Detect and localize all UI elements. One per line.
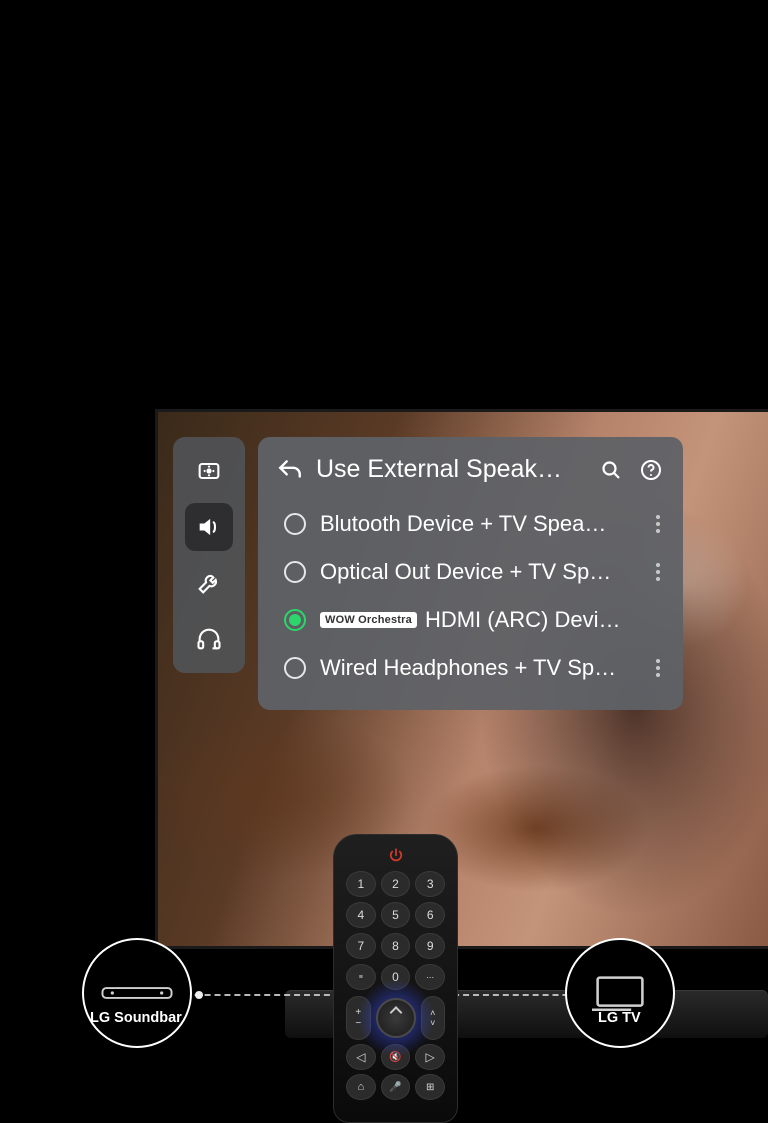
- radio-icon: [284, 657, 306, 679]
- settings-sidebar: [173, 437, 245, 673]
- channel-rocker[interactable]: ˄˅: [421, 996, 446, 1040]
- option-label: Blutooth Device + TV Spea…: [320, 511, 606, 537]
- option-label: HDMI (ARC) Devi…: [425, 607, 621, 633]
- power-icon: [387, 847, 405, 865]
- tv-screen: Use External Speak… Blu: [155, 409, 768, 949]
- soundbar-icon: [100, 980, 174, 1006]
- volume-rocker[interactable]: +−: [346, 996, 371, 1040]
- more-icon[interactable]: [649, 563, 667, 581]
- help-icon: [639, 458, 663, 482]
- num-9[interactable]: 9: [415, 933, 445, 959]
- sound-output-panel: Use External Speak… Blu: [258, 437, 683, 710]
- more-icon[interactable]: [649, 659, 667, 677]
- tv-icon: [592, 972, 648, 1014]
- sidebar-item-brightness[interactable]: [185, 447, 233, 495]
- back-button[interactable]: [276, 456, 304, 484]
- settings-button[interactable]: ▷: [415, 1044, 445, 1070]
- guide-button[interactable]: ≡: [346, 964, 376, 990]
- sidebar-item-tools[interactable]: [185, 559, 233, 607]
- more-button[interactable]: ⋯: [415, 964, 445, 990]
- num-1[interactable]: 1: [346, 871, 376, 897]
- home-button[interactable]: ⌂: [346, 1074, 376, 1100]
- option-optical-tv[interactable]: Optical Out Device + TV Sp…: [280, 548, 677, 596]
- mute-button[interactable]: 🔇: [381, 1044, 411, 1070]
- option-hdmi-arc[interactable]: WOW Orchestra HDMI (ARC) Devi…: [280, 596, 677, 644]
- brightness-icon: [195, 457, 223, 485]
- input-button[interactable]: ⊞: [415, 1074, 445, 1100]
- radio-icon: [284, 561, 306, 583]
- num-6[interactable]: 6: [415, 902, 445, 928]
- sidebar-item-sound[interactable]: [185, 503, 233, 551]
- search-icon: [599, 458, 623, 482]
- option-label: Optical Out Device + TV Sp…: [320, 559, 611, 585]
- back-nav-button[interactable]: ◁: [346, 1044, 376, 1070]
- search-button[interactable]: [597, 456, 625, 484]
- option-bluetooth-tv[interactable]: Blutooth Device + TV Spea…: [280, 500, 677, 548]
- num-7[interactable]: 7: [346, 933, 376, 959]
- panel-title: Use External Speak…: [316, 455, 585, 484]
- voice-button[interactable]: 🎤: [381, 1074, 411, 1100]
- speaker-options-list: Blutooth Device + TV Spea… Optical Out D…: [258, 494, 683, 692]
- wow-orchestra-badge: WOW Orchestra: [320, 612, 417, 628]
- radio-icon: [284, 513, 306, 535]
- option-label: Wired Headphones + TV Sp…: [320, 655, 616, 681]
- sidebar-item-support[interactable]: [185, 615, 233, 663]
- num-2[interactable]: 2: [381, 871, 411, 897]
- num-5[interactable]: 5: [381, 902, 411, 928]
- back-icon: [277, 457, 303, 483]
- headset-icon: [195, 625, 223, 653]
- scroll-wheel[interactable]: [376, 998, 416, 1038]
- speaker-icon: [195, 513, 223, 541]
- num-8[interactable]: 8: [381, 933, 411, 959]
- wrench-icon: [195, 569, 223, 597]
- soundbar-badge: [82, 938, 192, 1048]
- power-button[interactable]: [346, 847, 445, 865]
- panel-header: Use External Speak…: [258, 437, 683, 494]
- more-icon[interactable]: [649, 515, 667, 533]
- help-button[interactable]: [637, 456, 665, 484]
- remote-control: 1 2 3 4 5 6 7 8 9 ≡ 0 ⋯ +− ˄˅ ◁ 🔇 ▷ ⌂ 🎤 …: [333, 834, 458, 1123]
- remote-numpad: 1 2 3 4 5 6 7 8 9 ≡ 0 ⋯: [346, 871, 445, 990]
- num-4[interactable]: 4: [346, 902, 376, 928]
- option-wired-headphones-tv[interactable]: Wired Headphones + TV Sp…: [280, 644, 677, 692]
- radio-selected-icon: [284, 609, 306, 631]
- num-3[interactable]: 3: [415, 871, 445, 897]
- soundbar-label: LG Soundbar: [90, 1010, 182, 1026]
- tv-badge: [565, 938, 675, 1048]
- tv-label: LG TV: [598, 1010, 641, 1026]
- num-0[interactable]: 0: [381, 964, 411, 990]
